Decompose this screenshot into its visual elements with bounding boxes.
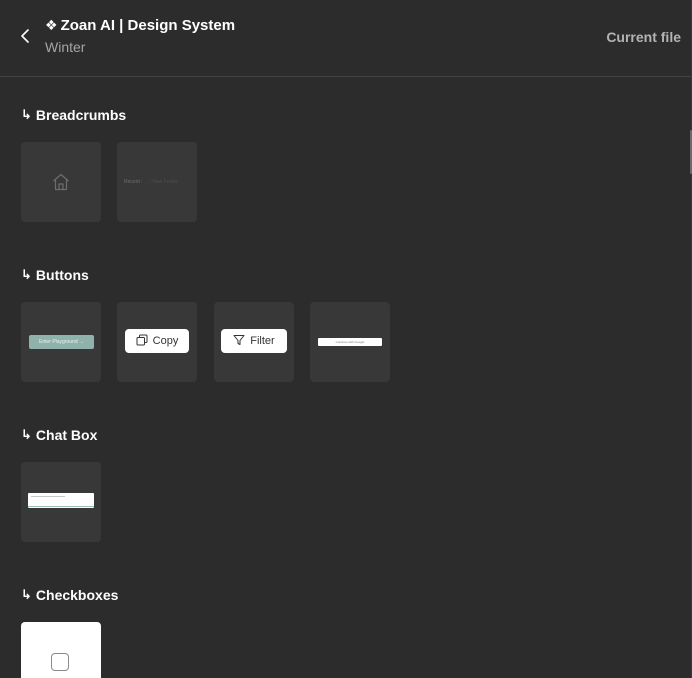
arrow-down-right-icon: ↳ (21, 107, 32, 122)
section-title-checkboxes[interactable]: ↳ Checkboxes (21, 587, 118, 603)
back-button[interactable] (14, 28, 36, 48)
arrow-down-right-icon: ↳ (21, 427, 32, 442)
chat-box-placeholder-line (31, 496, 65, 497)
section-title-buttons[interactable]: ↳ Buttons (21, 267, 89, 283)
section-title-label: Breadcrumbs (35, 107, 127, 123)
component-tile-breadcrumb-home[interactable] (21, 142, 101, 222)
copy-icon (136, 334, 153, 349)
library-title-text: Zoan AI | Design System (60, 17, 236, 34)
breadcrumb-first: Recent (124, 179, 140, 185)
filter-icon (233, 334, 250, 349)
component-tile-button-filter[interactable]: Filter (214, 302, 294, 382)
component-icon: ❖ (45, 17, 58, 33)
section-title-label: Checkboxes (35, 587, 119, 603)
long-button-preview: Continue with Google (318, 338, 382, 346)
filter-button-label: Filter (250, 335, 275, 347)
breadcrumb-separator: / ... / (141, 179, 151, 185)
chat-box-accent-line (28, 506, 94, 507)
library-panel: ❖ Zoan AI | Design System Winter Current… (0, 0, 692, 678)
library-title: ❖ Zoan AI | Design System (45, 17, 235, 34)
section-title-breadcrumbs[interactable]: ↳ Breadcrumbs (21, 107, 126, 123)
component-tile-button-copy[interactable]: Copy (117, 302, 197, 382)
component-tile-chat-box[interactable] (21, 462, 101, 542)
copy-button-preview: Copy (125, 329, 189, 353)
current-file-link[interactable]: Current file (606, 29, 681, 45)
component-tile-breadcrumb-path[interactable]: Recent / ... / New Folder (117, 142, 197, 222)
chevron-left-icon (20, 28, 30, 49)
chat-box-preview (28, 493, 94, 508)
breadcrumb-preview: Recent / ... / New Folder (124, 179, 178, 185)
panel-header: ❖ Zoan AI | Design System Winter Current… (0, 0, 692, 77)
library-subtitle: Winter (45, 39, 86, 55)
home-icon (51, 172, 71, 197)
component-tile-button-primary[interactable]: Enter Playground → (21, 302, 101, 382)
arrow-down-right-icon: ↳ (21, 267, 32, 282)
section-title-label: Buttons (35, 267, 89, 283)
arrow-down-right-icon: ↳ (21, 587, 32, 602)
checkbox-icon (51, 653, 69, 671)
breadcrumb-last: New Folder (152, 179, 178, 185)
copy-button-label: Copy (152, 335, 179, 347)
component-tile-checkbox[interactable] (21, 622, 101, 678)
filter-button-preview: Filter (221, 329, 287, 353)
component-tile-button-long[interactable]: Continue with Google (310, 302, 390, 382)
enter-playground-button-preview: Enter Playground → (29, 335, 94, 349)
section-title-label: Chat Box (35, 427, 98, 443)
section-title-chat-box[interactable]: ↳ Chat Box (21, 427, 97, 443)
